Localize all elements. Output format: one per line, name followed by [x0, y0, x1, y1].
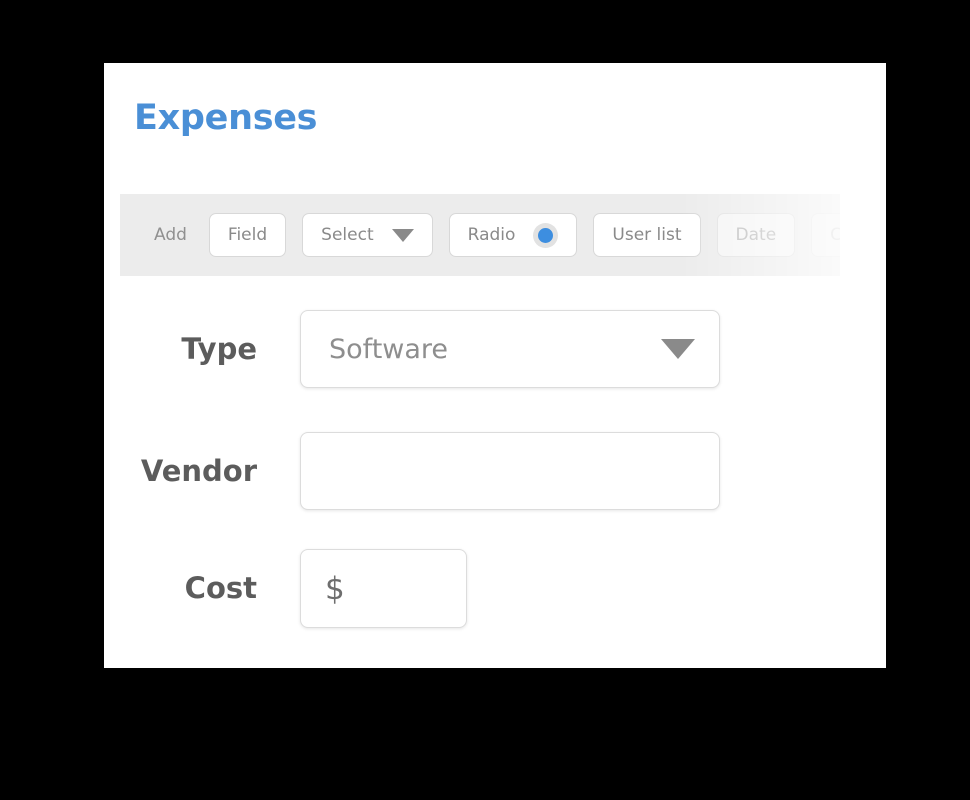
cost-input[interactable]: $ [300, 549, 467, 628]
add-date-button-label: Date [735, 225, 777, 245]
currency-symbol: $ [325, 570, 345, 607]
radio-dot [538, 227, 554, 243]
add-date-button[interactable]: Date [716, 213, 796, 257]
add-currency-button[interactable]: Currency [811, 213, 886, 257]
form-row-type: Type Software [104, 310, 720, 388]
add-select-button-label: Select [321, 225, 374, 245]
vendor-input[interactable] [300, 432, 720, 510]
add-user-list-button[interactable]: User list [593, 213, 701, 257]
add-field-button-label: Field [227, 225, 268, 245]
type-select-value: Software [329, 333, 449, 365]
type-label: Type [181, 331, 257, 366]
radio-selected-icon [533, 222, 559, 248]
add-user-list-button-label: User list [612, 225, 682, 245]
add-currency-button-label: Currency [830, 225, 886, 245]
add-field-button[interactable]: Field [208, 213, 287, 257]
form-row-vendor: Vendor [104, 432, 720, 510]
chevron-down-icon [661, 339, 695, 359]
add-field-toolbar: Add Field Select Radio User list Date Cu… [120, 194, 886, 276]
form-row-cost: Cost $ [104, 549, 467, 628]
add-select-button[interactable]: Select [302, 213, 433, 257]
type-select[interactable]: Software [300, 310, 720, 388]
page-title: Expenses [134, 98, 318, 138]
expenses-card: Expenses Add Field Select Radio User lis… [104, 63, 886, 668]
add-radio-button-label: Radio [467, 225, 516, 245]
caret-down-icon [391, 228, 414, 242]
add-radio-button[interactable]: Radio [448, 213, 578, 257]
vendor-label: Vendor [140, 453, 257, 488]
toolbar-add-label: Add [154, 225, 187, 245]
cost-label: Cost [184, 571, 257, 605]
